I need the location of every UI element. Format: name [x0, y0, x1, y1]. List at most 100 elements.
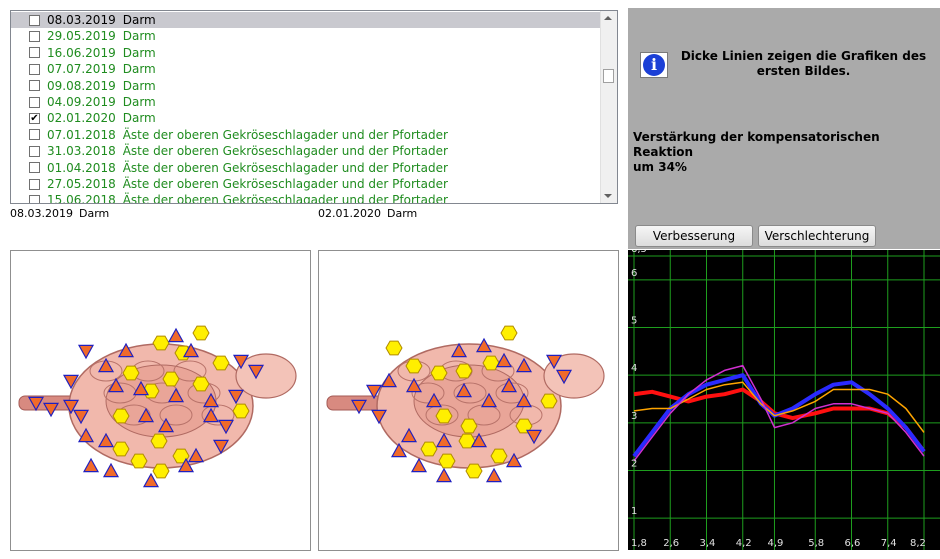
result-message: Verstärkung der kompensatorischen Reakti… — [633, 130, 933, 175]
left-image-caption: 08.03.2019 Darm — [10, 207, 109, 220]
list-item[interactable]: 07.07.2019 Darm — [11, 61, 601, 77]
x-tick-label: 4,9 — [767, 538, 783, 549]
improvement-button[interactable]: Verbesserung — [635, 225, 753, 247]
row-checkbox[interactable] — [29, 162, 40, 174]
list-item[interactable]: 08.03.2019 Darm — [11, 12, 601, 28]
row-text: 07.01.2018 Äste der oberen Gekröseschlaga… — [47, 128, 448, 142]
left-organ-image — [10, 250, 311, 551]
marker-triangle — [77, 344, 95, 360]
marker-hexagon — [162, 371, 180, 387]
intestine-shape — [18, 343, 297, 469]
row-label: Äste der oberen Gekröseschlagader und de… — [122, 193, 448, 204]
info-panel — [628, 8, 940, 249]
list-item[interactable]: ✔ 02.01.2020 Darm — [11, 110, 601, 126]
marker-hexagon — [385, 340, 403, 356]
right-caption-date: 02.01.2020 — [318, 207, 381, 220]
row-date: 01.04.2018 — [47, 160, 116, 175]
x-tick-label: 6,6 — [845, 538, 861, 549]
row-checkbox[interactable] — [29, 194, 40, 203]
row-text: 31.03.2018 Äste der oberen Gekröseschlaga… — [47, 144, 448, 158]
scroll-down-icon[interactable] — [604, 194, 612, 198]
left-caption-label: Darm — [78, 207, 110, 220]
worsening-button[interactable]: Verschlechterung — [758, 225, 876, 247]
x-tick-label: 5,8 — [808, 538, 824, 549]
marker-triangle — [102, 462, 120, 478]
marker-hexagon — [122, 365, 140, 381]
row-label: Äste der oberen Gekröseschlagader und de… — [122, 144, 448, 159]
intestine-diagram-left — [18, 325, 297, 488]
list-item[interactable]: 04.09.2019 Darm — [11, 94, 601, 110]
info-message: Dicke Linien zeigen die Grafiken des ers… — [676, 49, 931, 79]
row-text: 08.03.2019 Darm — [47, 13, 156, 27]
list-item[interactable]: 07.01.2018 Äste der oberen Gekröseschlaga… — [11, 127, 601, 143]
row-date: 08.03.2019 — [47, 13, 116, 27]
row-text: 27.05.2018 Äste der oberen Gekröseschlaga… — [47, 177, 448, 191]
intestine-diagram-right — [326, 325, 605, 483]
marker-hexagon — [490, 448, 508, 464]
marker-hexagon — [130, 453, 148, 469]
row-checkbox[interactable] — [29, 96, 40, 108]
marker-hexagon — [405, 358, 423, 374]
x-tick-label: 2,6 — [663, 538, 679, 549]
row-text: 04.09.2019 Darm — [47, 95, 156, 109]
row-text: 16.06.2019 Darm — [47, 46, 156, 60]
info-glyph: i — [643, 54, 665, 76]
marker-hexagon — [212, 355, 230, 371]
marker-hexagon — [152, 463, 170, 479]
series-line-0 — [633, 387, 926, 453]
row-label: Darm — [122, 78, 156, 93]
marker-hexagon — [435, 408, 453, 424]
list-item[interactable]: 31.03.2018 Äste der oberen Gekröseschlaga… — [11, 143, 601, 159]
row-label: Äste der oberen Gekröseschlagader und de… — [122, 177, 448, 191]
row-label: Darm — [122, 29, 156, 44]
scroll-up-icon[interactable] — [604, 16, 612, 20]
list-item[interactable]: 15.06.2018 Äste der oberen Gekröseschlaga… — [11, 192, 601, 204]
marker-hexagon — [192, 325, 210, 341]
result-line-2: um 34% — [633, 160, 687, 174]
marker-hexagon — [150, 433, 168, 449]
row-date: 02.01.2020 — [47, 111, 116, 126]
row-label: Äste der oberen Gekröseschlagader und de… — [122, 127, 448, 142]
row-date: 09.08.2019 — [47, 78, 116, 93]
row-text: 15.06.2018 Äste der oberen Gekröseschlaga… — [47, 193, 448, 204]
row-checkbox[interactable] — [29, 178, 40, 190]
left-caption-date: 08.03.2019 — [10, 207, 73, 220]
row-text: 09.08.2019 Darm — [47, 79, 156, 93]
right-caption-label: Darm — [386, 207, 418, 220]
row-date: 16.06.2019 — [47, 45, 116, 60]
marker-hexagon — [232, 403, 250, 419]
row-checkbox[interactable] — [29, 80, 40, 92]
row-checkbox[interactable] — [29, 14, 40, 26]
row-checkbox[interactable] — [29, 129, 40, 141]
list-scrollbar[interactable] — [600, 11, 617, 203]
info-icon: i — [640, 52, 668, 78]
row-checkbox[interactable] — [29, 145, 40, 157]
y-tick-label: 5 — [631, 316, 637, 327]
row-checkbox[interactable] — [29, 47, 40, 59]
row-date: 27.05.2018 — [47, 177, 116, 191]
list-item[interactable]: 27.05.2018 Äste der oberen Gekröseschlaga… — [11, 176, 601, 192]
list-item[interactable]: 01.04.2018 Äste der oberen Gekröseschlaga… — [11, 160, 601, 176]
marker-hexagon — [460, 418, 478, 434]
row-checkbox[interactable]: ✔ — [29, 112, 40, 124]
marker-hexagon — [112, 408, 130, 424]
record-list[interactable]: 08.03.2019 Darm 29.05.2019 Darm 16.06.2019 Da… — [10, 10, 618, 204]
list-item[interactable]: 09.08.2019 Darm — [11, 78, 601, 94]
marker-hexagon — [152, 335, 170, 351]
marker-hexagon — [482, 355, 500, 371]
row-label: Darm — [122, 45, 156, 60]
row-checkbox[interactable] — [29, 30, 40, 42]
list-item[interactable]: 29.05.2019 Darm — [11, 28, 601, 44]
comparison-chart: 1 2 3 4 5 6 6,5 1,8 2,6 3,4 4,2 4,9 5,8 6,6 7,4 8,2 — [628, 244, 940, 550]
x-tick-label: 1,8 — [631, 538, 647, 549]
row-label: Äste der oberen Gekröseschlagader und de… — [122, 160, 448, 175]
marker-hexagon — [455, 363, 473, 379]
list-item[interactable]: 16.06.2019 Darm — [11, 45, 601, 61]
x-tick-label: 3,4 — [700, 538, 716, 549]
result-line-1: Verstärkung der kompensatorischen Reakti… — [633, 130, 880, 159]
row-text: 02.01.2020 Darm — [47, 111, 156, 125]
scroll-thumb[interactable] — [603, 69, 614, 83]
row-checkbox[interactable] — [29, 63, 40, 75]
row-date: 07.07.2019 — [47, 62, 116, 77]
y-tick-label: 6 — [631, 268, 637, 279]
